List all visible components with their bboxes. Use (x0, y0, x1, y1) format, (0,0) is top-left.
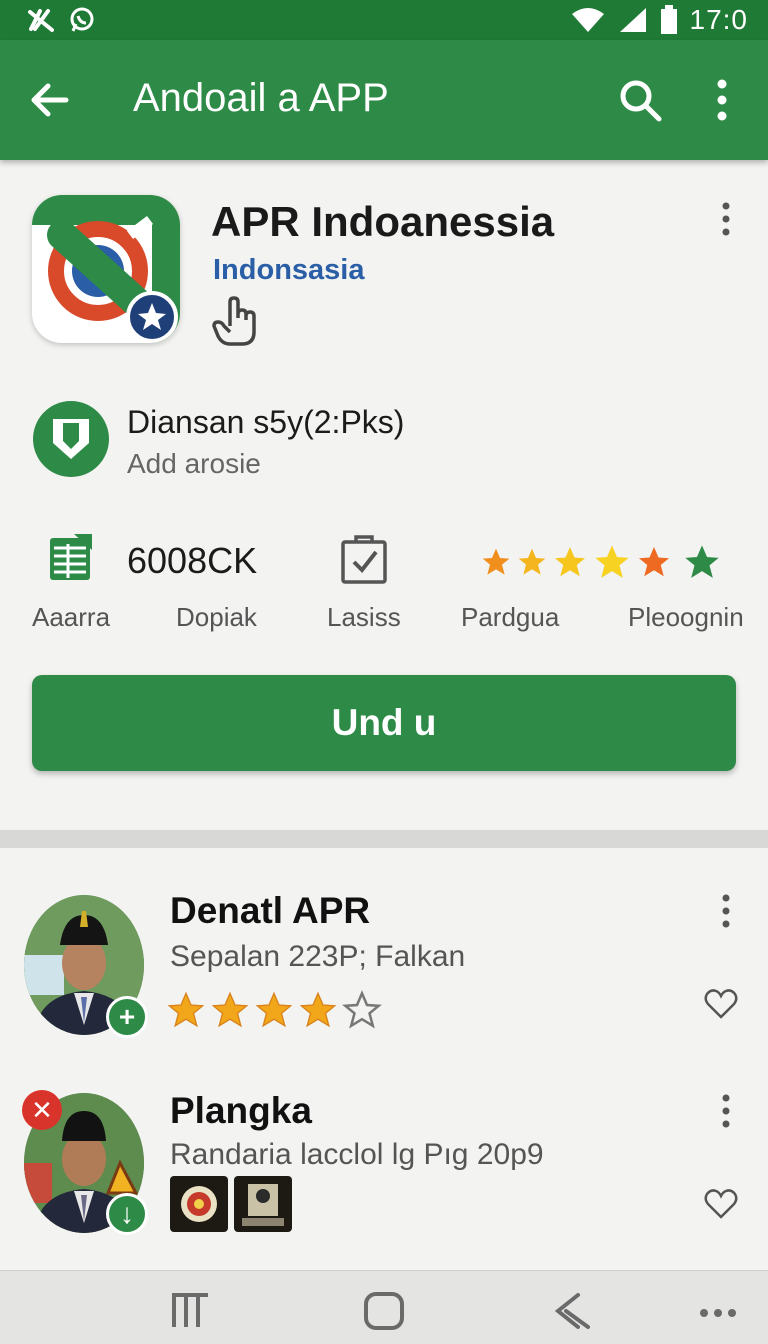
thumbnail-image (170, 1176, 228, 1232)
star-icon (518, 548, 546, 575)
section-divider (0, 830, 768, 848)
hand-pointer-icon (212, 296, 256, 346)
cell-signal-icon (619, 8, 646, 32)
more-vertical-icon[interactable] (700, 76, 744, 124)
app-logo[interactable] (32, 195, 180, 343)
heart-icon[interactable] (704, 1188, 738, 1220)
star-icon (685, 545, 719, 578)
install-button[interactable]: Und u (32, 675, 736, 771)
clipboard-check-icon (341, 535, 387, 584)
thumbnail-row (170, 1176, 292, 1232)
app-name: APR Indoanessia (211, 198, 555, 245)
list-item-subtitle: Randaria lacclol lg Pıg 20p9 (170, 1138, 544, 1171)
stat-label: Aaarra (32, 602, 111, 632)
star-filled-icon (299, 991, 337, 1028)
shield-check-icon (53, 419, 89, 459)
back-icon[interactable] (552, 1291, 596, 1331)
stat-label: Pleoognin (628, 602, 744, 632)
star-icon (639, 547, 669, 577)
verified-badge (33, 401, 109, 477)
list-item-title[interactable]: Denatl APR (170, 890, 370, 932)
spreadsheet-icon (50, 534, 92, 580)
remove-badge-icon[interactable]: ✕ (22, 1090, 62, 1130)
add-badge-icon[interactable]: + (106, 996, 148, 1038)
home-icon[interactable] (362, 1291, 406, 1331)
stat-label: Dopiak (176, 602, 257, 632)
navigation-bar (0, 1270, 768, 1344)
whatsapp-icon (70, 7, 94, 32)
back-arrow-icon[interactable] (26, 76, 74, 124)
thumbnail-image (234, 1176, 292, 1232)
no-signal-icon (28, 9, 54, 32)
stat-label: Pardgua (461, 602, 560, 632)
battery-icon (660, 5, 677, 34)
star-icon (555, 547, 585, 577)
star-icon (595, 545, 629, 578)
app-bar: Andoail a APP (0, 40, 768, 160)
search-icon[interactable] (616, 76, 664, 124)
app-bar-title: Andoail a APP (133, 76, 389, 120)
list-item-subtitle: Sepalan 223P; Falkan (170, 940, 466, 973)
star-filled-icon (167, 991, 205, 1028)
more-horizontal-icon[interactable] (696, 1291, 740, 1331)
star-empty-icon (342, 990, 382, 1029)
wifi-icon (571, 8, 604, 32)
list-item-rating (166, 990, 382, 1030)
list-item-title[interactable]: Plangka (170, 1090, 312, 1132)
list-item-menu-icon[interactable] (714, 892, 738, 932)
meta-subtitle[interactable]: Add arosie (127, 448, 261, 480)
download-badge-icon[interactable]: ↓ (106, 1193, 148, 1235)
rating-stars (480, 542, 722, 582)
developer-link[interactable]: Indonsasia (213, 254, 365, 287)
star-icon (482, 548, 510, 575)
star-filled-icon (255, 991, 293, 1028)
recents-icon[interactable] (168, 1291, 212, 1331)
app-menu-icon[interactable] (714, 200, 738, 240)
heart-icon[interactable] (704, 988, 738, 1020)
meta-title: Diansan s5y(2:Pks) (127, 404, 405, 440)
status-time: 17:0 (689, 4, 748, 35)
app-logo-graphic (32, 195, 180, 343)
stat-size-value: 6008CK (127, 540, 258, 581)
status-bar: 17:0 (0, 0, 768, 40)
star-filled-icon (211, 991, 249, 1028)
stat-label: Lasiss (327, 602, 401, 632)
list-item-menu-icon[interactable] (714, 1092, 738, 1132)
